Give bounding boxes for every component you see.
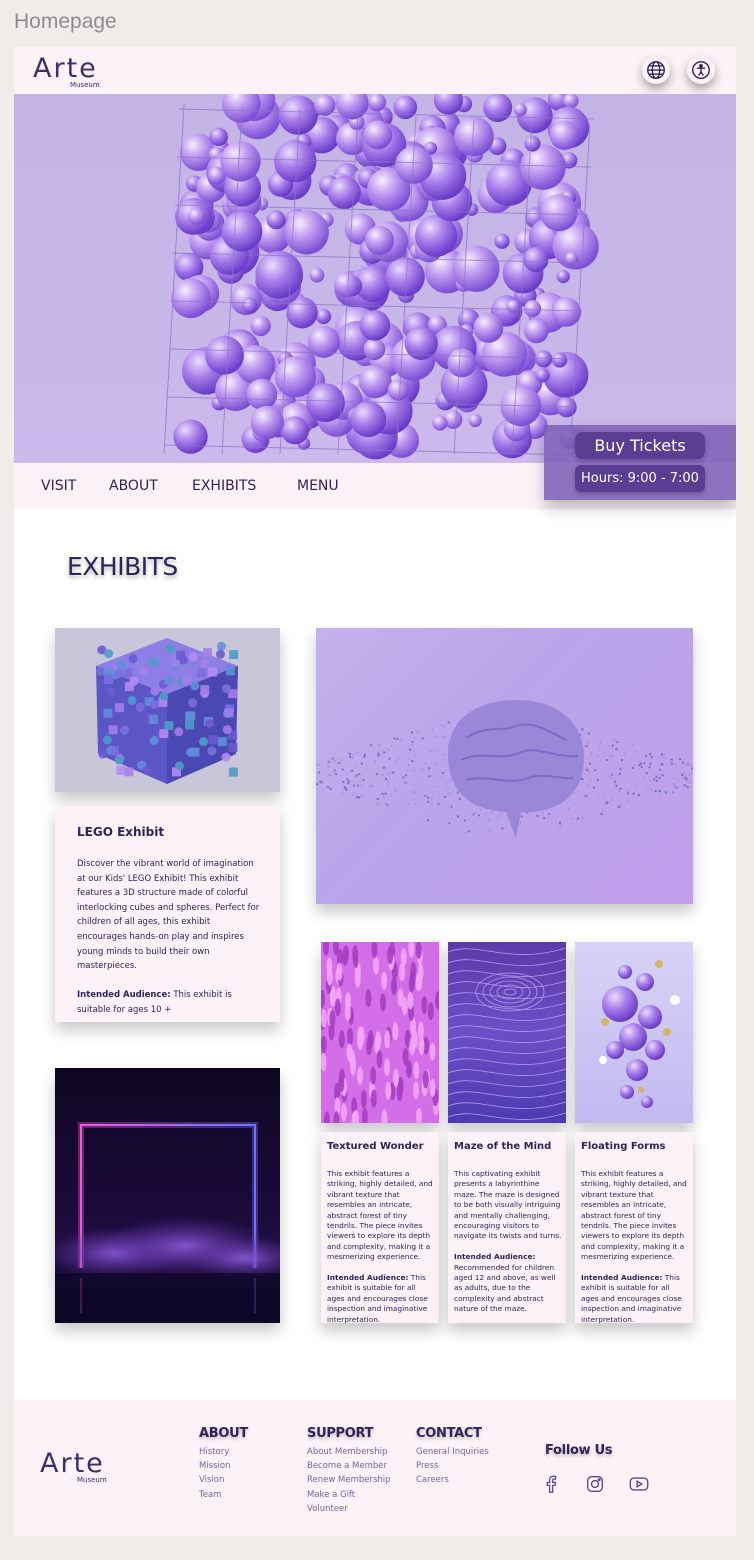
maze-description-text: This captivating exhibit presents a laby…	[454, 1169, 562, 1241]
follow-us-label: Follow Us	[545, 1443, 613, 1458]
nav-menu[interactable]: MENU	[297, 478, 339, 494]
sphere-cube-artwork	[163, 94, 599, 460]
footer-logo-subtitle: Museum	[77, 1476, 107, 1484]
nav-visit[interactable]: VISIT	[41, 478, 76, 494]
lego-exhibit-image[interactable]	[55, 628, 280, 792]
floating-forms-card: Floating Forms This exhibit features a s…	[575, 1132, 693, 1325]
particle-brain-artwork	[316, 700, 693, 838]
hero-image	[14, 94, 736, 463]
footer-link-make-gift[interactable]: Make a Gift	[307, 1488, 391, 1502]
textured-wonder-card: Textured Wonder This exhibit features a …	[321, 1132, 439, 1325]
nav-exhibits[interactable]: EXHIBITS	[192, 478, 256, 494]
facebook-icon[interactable]	[540, 1473, 562, 1495]
footer-link-vision[interactable]: Vision	[199, 1473, 248, 1487]
buy-tickets-button[interactable]: Buy Tickets	[575, 432, 705, 459]
lego-exhibit-description: Discover the vibrant world of imaginatio…	[77, 857, 261, 1018]
footer-link-press[interactable]: Press	[416, 1459, 489, 1473]
footer-link-history[interactable]: History	[199, 1445, 248, 1459]
lego-description-text: Discover the vibrant world of imaginatio…	[77, 859, 260, 972]
floating-spheres-artwork	[599, 960, 680, 1108]
maze-of-the-mind-card: Maze of the Mind This captivating exhibi…	[448, 1132, 566, 1323]
footer-link-become-member[interactable]: Become a Member	[307, 1459, 391, 1473]
instagram-icon[interactable]	[584, 1473, 606, 1495]
tendrils-artwork	[321, 942, 439, 1123]
maze-of-the-mind-image[interactable]	[448, 942, 566, 1123]
maze-audience-text: Recommended for children aged 12 and abo…	[454, 1262, 556, 1314]
lego-exhibit-title: LEGO Exhibit	[77, 825, 165, 839]
maze-of-the-mind-description: This captivating exhibit presents a laby…	[454, 1169, 562, 1315]
floating-forms-title: Floating Forms	[581, 1141, 666, 1152]
footer-link-careers[interactable]: Careers	[416, 1473, 489, 1487]
footer-contact-column: CONTACT General Inquiries Press Careers	[416, 1426, 489, 1488]
textured-description-text: This exhibit features a striking, highly…	[327, 1169, 433, 1262]
frame-label: Homepage	[14, 10, 117, 33]
footer-logo-wordmark: Arte	[40, 1448, 105, 1479]
maze-of-the-mind-title: Maze of the Mind	[454, 1141, 552, 1152]
footer-contact-heading: CONTACT	[416, 1426, 482, 1441]
ticket-panel: Buy Tickets Hours: 9:00 - 7:00	[544, 425, 736, 500]
footer-support-heading: SUPPORT	[307, 1426, 374, 1441]
maze-waves-artwork	[448, 947, 566, 1120]
footer-logo[interactable]: Arte Museum	[40, 1449, 120, 1489]
textured-wonder-image[interactable]	[321, 942, 439, 1123]
globe-icon[interactable]	[642, 56, 670, 84]
site-header: Arte Museum	[14, 47, 736, 94]
youtube-icon[interactable]	[628, 1473, 650, 1495]
footer-link-about-membership[interactable]: About Membership	[307, 1445, 391, 1459]
brain-exhibit-image[interactable]	[316, 628, 693, 904]
footer-link-general-inquiries[interactable]: General Inquiries	[416, 1445, 489, 1459]
footer-about-column: ABOUT History Mission Vision Team	[199, 1426, 248, 1502]
footer-support-column: SUPPORT About Membership Become a Member…	[307, 1426, 391, 1516]
footer-link-renew-membership[interactable]: Renew Membership	[307, 1473, 391, 1487]
textured-wonder-title: Textured Wonder	[327, 1141, 424, 1152]
neon-frame-artwork	[55, 1122, 280, 1323]
textured-audience-label: Intended Audience:	[327, 1273, 409, 1283]
neon-frame-image[interactable]	[55, 1068, 280, 1323]
footer-link-volunteer[interactable]: Volunteer	[307, 1502, 391, 1516]
floating-audience-label: Intended Audience:	[581, 1273, 663, 1283]
maze-audience-label: Intended Audience:	[454, 1252, 536, 1262]
lego-cube-artwork	[96, 638, 239, 784]
exhibits-heading: EXHIBITS	[67, 552, 178, 581]
site-footer: Arte Museum ABOUT History Mission Vision…	[14, 1400, 736, 1536]
logo[interactable]: Arte Museum	[33, 54, 113, 94]
footer-link-mission[interactable]: Mission	[199, 1459, 248, 1473]
homepage: Arte Museum VISIT ABOUT EXHIBITS MENU Bu…	[14, 47, 736, 1536]
footer-about-heading: ABOUT	[199, 1426, 248, 1441]
logo-subtitle: Museum	[70, 81, 100, 89]
lego-audience-label: Intended Audience:	[77, 990, 171, 1001]
nav-about[interactable]: ABOUT	[109, 478, 158, 494]
textured-wonder-description: This exhibit features a striking, highly…	[327, 1169, 435, 1325]
floating-description-text: This exhibit features a striking, highly…	[581, 1169, 687, 1262]
footer-link-team[interactable]: Team	[199, 1488, 248, 1502]
floating-forms-description: This exhibit features a striking, highly…	[581, 1169, 689, 1325]
logo-wordmark: Arte	[33, 53, 98, 84]
floating-forms-image[interactable]	[575, 942, 693, 1123]
accessibility-icon[interactable]	[687, 56, 715, 84]
hours-badge: Hours: 9:00 - 7:00	[575, 465, 705, 492]
lego-exhibit-card: LEGO Exhibit Discover the vibrant world …	[55, 806, 280, 1022]
